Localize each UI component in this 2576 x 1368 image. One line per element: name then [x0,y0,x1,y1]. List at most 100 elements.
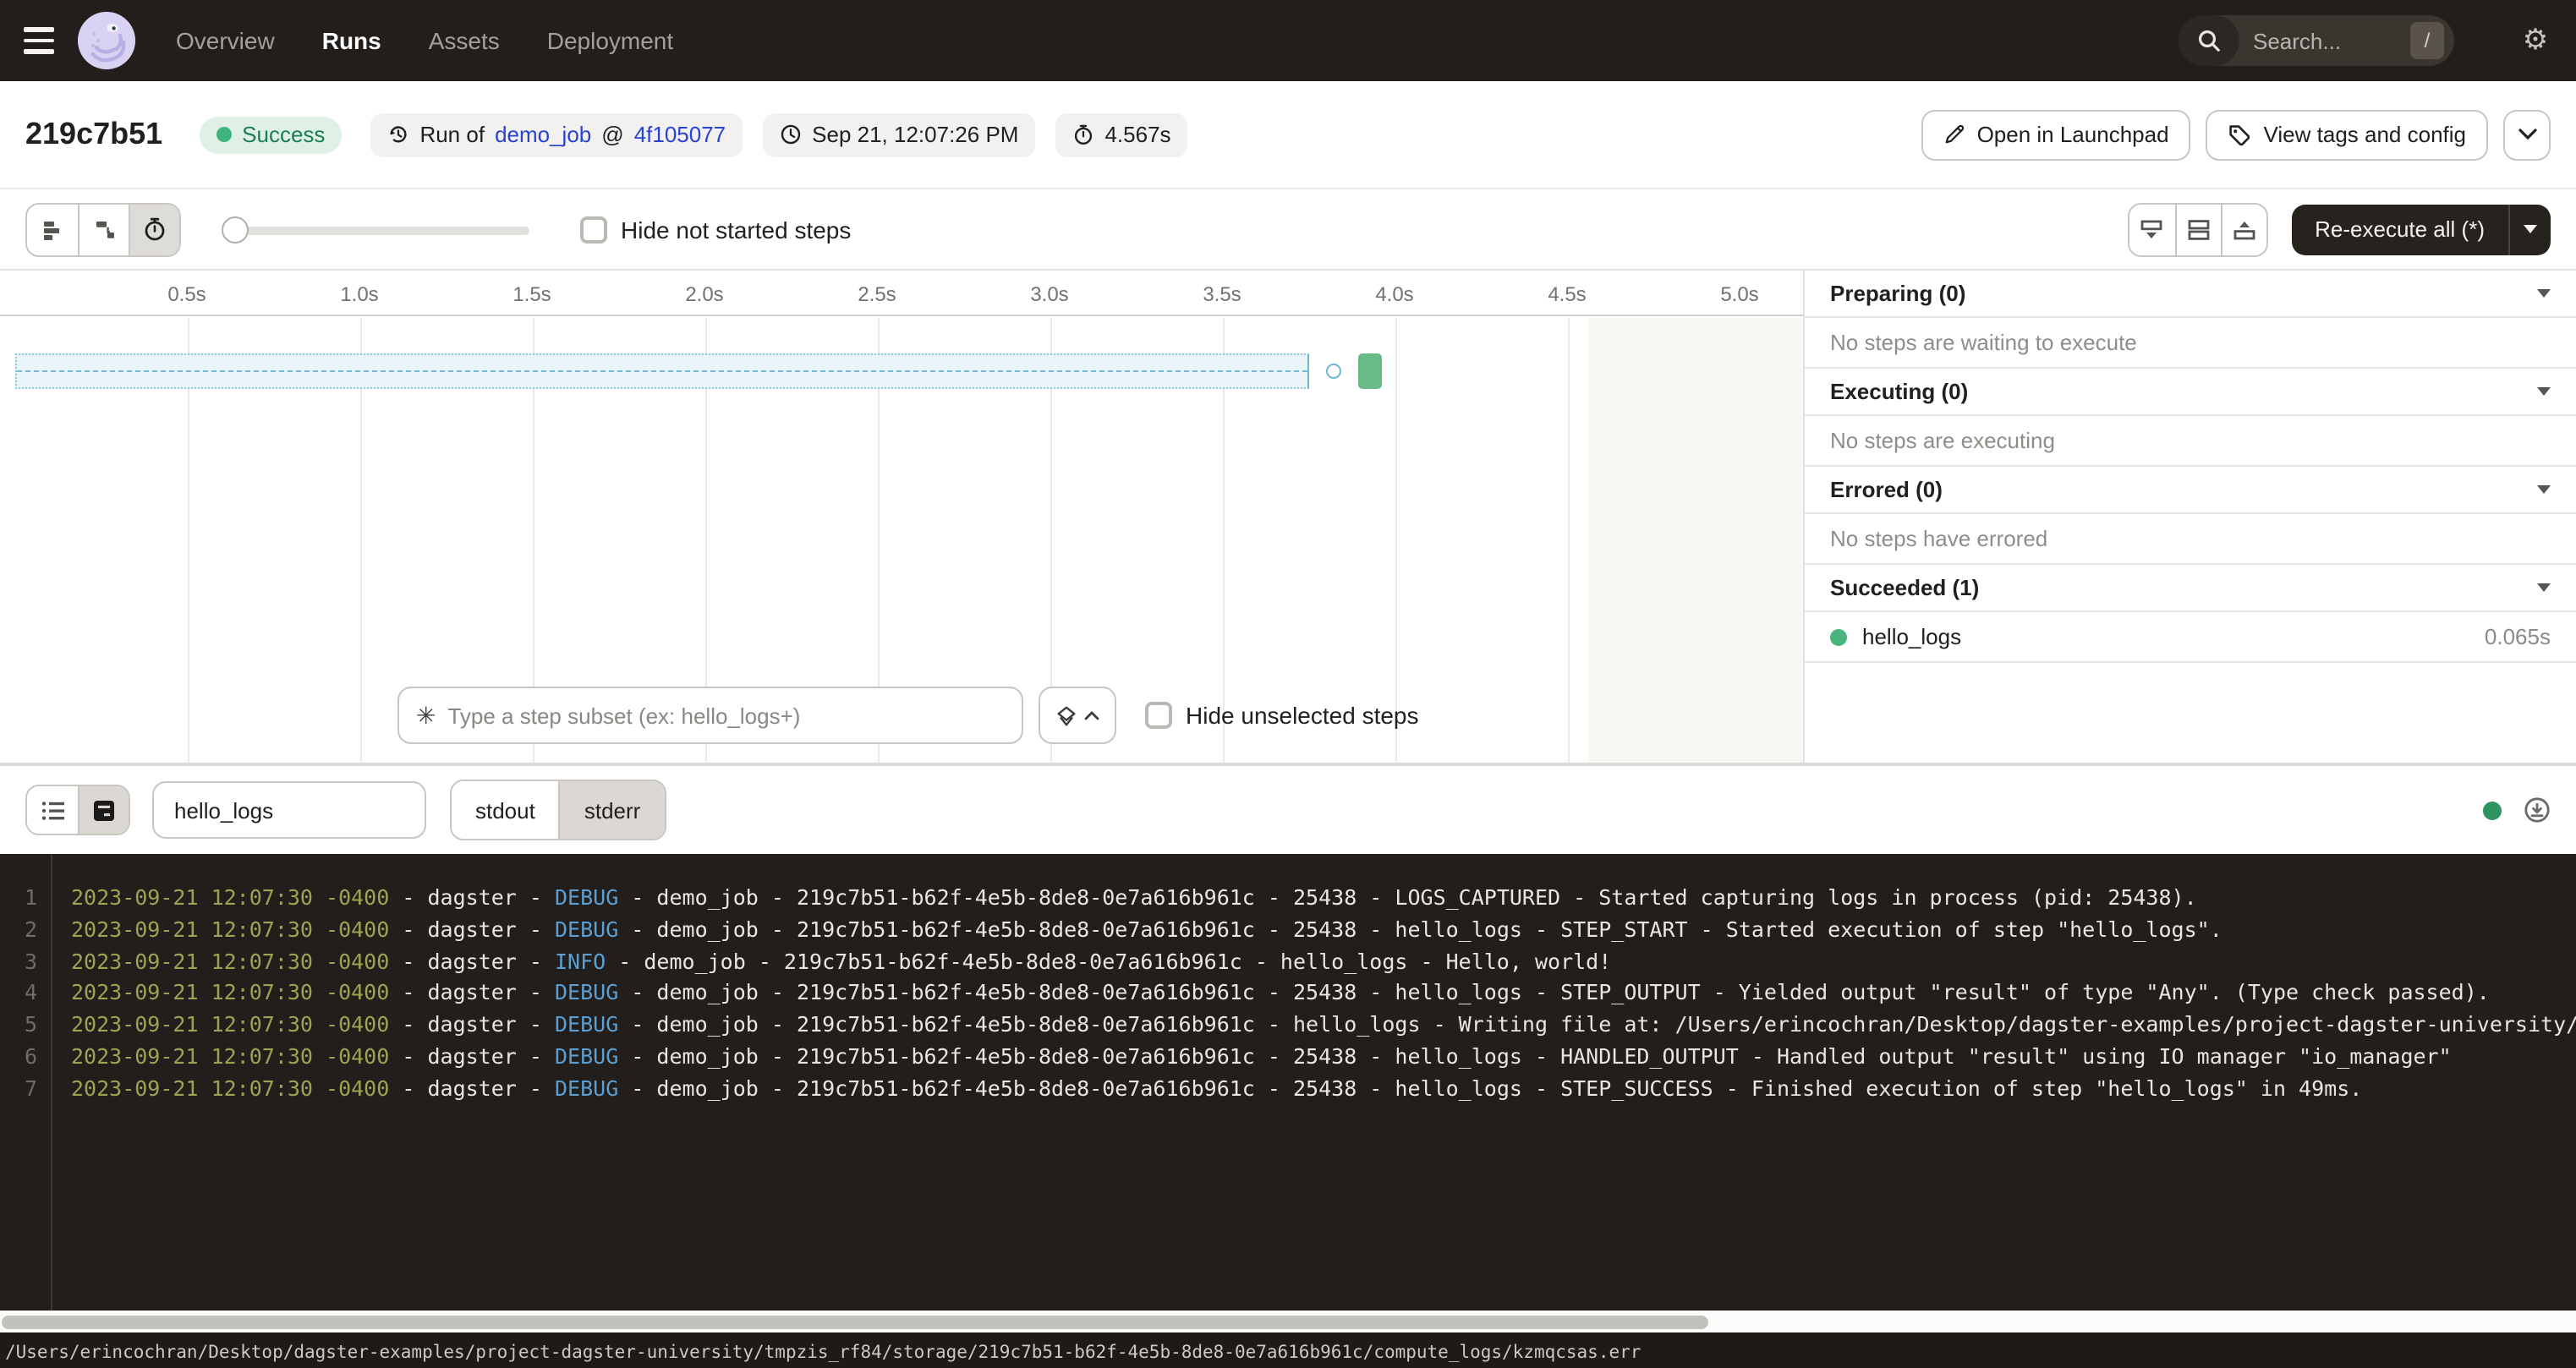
step-selector-row: ✳ Type a step subset (ex: hello_logs+) H… [0,687,1803,744]
duration-tag: 4.567s [1055,112,1187,156]
section-executing-header[interactable]: Executing (0) [1805,369,2576,416]
gantt-time-axis: 0.5s1.0s1.5s2.0s2.5s3.0s3.5s4.0s4.5s5.0s [0,271,1803,316]
dagster-logo[interactable] [78,12,135,69]
nav-item-deployment[interactable]: Deployment [547,27,673,54]
axis-tick-label: 4.5s [1548,282,1586,306]
chevron-down-icon [2518,129,2536,140]
log-line: 12023-09-21 12:07:30 -0400 - dagster - D… [0,883,2576,915]
log-line: 42023-09-21 12:07:30 -0400 - dagster - D… [0,978,2576,1010]
op-selector-icon: ✳ [416,703,436,727]
view-tags-config-button[interactable]: View tags and config [2206,109,2488,160]
step-status-panel: Preparing (0) No steps are waiting to ex… [1803,271,2576,763]
tab-stderr-label: stderr [584,797,640,823]
log-view-mode-group [25,785,130,835]
dagster-run-page: Overview Runs Assets Deployment Search..… [0,0,2576,1368]
layers-icon [1055,704,1077,726]
download-log-button[interactable] [2524,796,2551,824]
collapse-header-button[interactable] [2503,109,2551,160]
log-line-text: 2023-09-21 12:07:30 -0400 - dagster - DE… [37,1074,2576,1106]
waterfall-view-button[interactable] [78,204,129,254]
hide-unselected-checkbox[interactable] [1145,702,1172,729]
scrollbar-thumb[interactable] [2,1315,1708,1328]
gantt-chart: 0.5s1.0s1.5s2.0s2.5s3.0s3.5s4.0s4.5s5.0s… [0,271,1803,763]
axis-tick-label: 2.0s [685,282,723,306]
nav-item-assets[interactable]: Assets [429,27,500,54]
nav-item-overview[interactable]: Overview [176,27,275,54]
axis-tick-label: 1.0s [340,282,378,306]
axis-tick-label: 4.0s [1375,282,1413,306]
gantt-toolbar: Hide not started steps Re-execute all (*… [0,189,2576,271]
axis-tick-label: 1.5s [512,282,551,306]
run-of-prefix: Run of [419,122,485,147]
caret-down-icon [2524,225,2537,233]
global-search-input[interactable]: Search... / [2179,15,2454,66]
hide-unselected-checkrow[interactable]: Hide unselected steps [1145,702,1419,729]
top-navbar: Overview Runs Assets Deployment Search..… [0,0,2576,81]
log-line-text: 2023-09-21 12:07:30 -0400 - dagster - IN… [37,946,2576,978]
commit-link[interactable]: 4f105077 [634,122,726,147]
nav-links: Overview Runs Assets Deployment [176,27,673,54]
tab-stdout-label: stdout [475,797,535,823]
run-header: 219c7b51 Success Run of demo_job @ 4f105… [0,81,2576,189]
log-horizontal-scrollbar[interactable] [0,1311,2576,1332]
section-succeeded-header[interactable]: Succeeded (1) [1805,565,2576,612]
nav-item-runs[interactable]: Runs [322,27,381,54]
hide-unselected-label: Hide unselected steps [1186,702,1419,729]
log-line-number: 7 [0,1074,37,1106]
log-line: 72023-09-21 12:07:30 -0400 - dagster - D… [0,1074,2576,1106]
timed-view-button[interactable] [129,204,179,254]
timestamp-tag: Sep 21, 12:07:26 PM [763,112,1035,156]
section-preparing-header[interactable]: Preparing (0) [1805,271,2576,318]
success-dot-icon [216,127,232,142]
stopwatch-icon [1072,123,1094,145]
hide-not-started-checkbox[interactable] [580,216,607,243]
step-bar-hello-logs[interactable] [1357,353,1381,389]
flat-view-button[interactable] [27,204,78,254]
history-icon [387,123,409,145]
log-footer-bar: /Users/erincochran/Desktop/dagster-examp… [0,1332,2576,1368]
section-errored-title: Errored (0) [1830,477,1943,502]
raw-log-view-button[interactable] [78,786,129,834]
log-filter-input[interactable]: hello_logs [152,781,426,839]
graph-query-toggle-button[interactable] [1039,687,1116,744]
log-line-number: 5 [0,1010,37,1042]
expand-top-panel-button[interactable] [2220,204,2266,254]
status-badge: Success [200,116,342,153]
log-stream-tabs: stdout stderr [450,780,666,840]
slider-handle[interactable] [222,216,249,243]
reexecute-dropdown-button[interactable] [2508,204,2551,254]
axis-tick-label: 0.5s [167,282,206,306]
log-line-number: 1 [0,883,37,915]
panel-layout-group [2127,202,2267,256]
errored-empty-text: No steps have errored [1805,514,2576,565]
log-viewer[interactable]: 1 2023-09-21 12:07:30 -0400 - dagster - D… [0,854,2576,1311]
split-panels-button[interactable] [2174,204,2220,254]
expand-bottom-panel-button[interactable] [2129,204,2174,254]
open-in-launchpad-button[interactable]: Open in Launchpad [1921,109,2191,160]
reexecute-all-button[interactable]: Re-execute all (*) [2291,204,2508,254]
reexecute-all-label: Re-execute all (*) [2315,216,2485,242]
settings-gear-icon[interactable]: ⚙ [2502,24,2569,57]
slider-track[interactable] [222,226,529,234]
log-line-number: 2 [0,915,37,947]
hide-not-started-checkrow[interactable]: Hide not started steps [580,216,851,243]
step-marker-circle[interactable] [1326,364,1341,379]
job-link[interactable]: demo_job [495,122,591,147]
succeeded-step-row[interactable]: hello_logs 0.065s [1805,612,2576,663]
caret-down-icon [2537,387,2551,396]
tab-stdout[interactable]: stdout [452,781,559,839]
hide-not-started-label: Hide not started steps [621,216,851,243]
axis-tick-label: 2.5s [858,282,896,306]
section-errored-header[interactable]: Errored (0) [1805,467,2576,514]
tab-stderr[interactable]: stderr [559,781,664,839]
structured-log-view-button[interactable] [27,786,78,834]
gantt-zoom-slider[interactable] [222,204,529,254]
open-in-launchpad-label: Open in Launchpad [1977,122,2169,147]
section-executing-title: Executing (0) [1830,379,1968,404]
step-success-dot-icon [1830,628,1847,645]
step-waiting-bar[interactable] [14,353,1308,389]
caret-down-icon [2537,485,2551,494]
step-subset-input[interactable]: ✳ Type a step subset (ex: hello_logs+) [397,687,1023,744]
hamburger-menu-icon[interactable] [0,0,78,81]
run-of-tag: Run of demo_job @ 4f105077 [370,112,743,156]
